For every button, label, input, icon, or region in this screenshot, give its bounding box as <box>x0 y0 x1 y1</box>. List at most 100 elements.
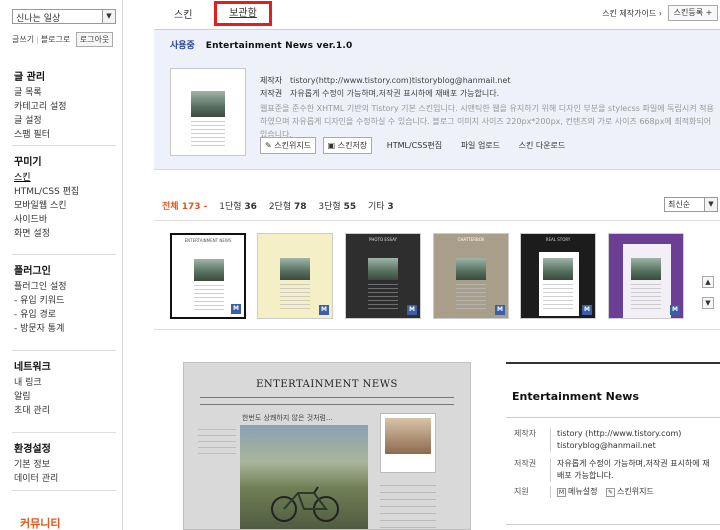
scroll-down-icon[interactable]: ▼ <box>702 297 714 309</box>
thumb-title: REAL STORY <box>545 237 571 242</box>
filter-1col[interactable]: 1단형 36 <box>219 202 257 212</box>
menu-item-data-manage[interactable]: 데이터 관리 <box>14 472 114 486</box>
maker-value: tistory(http://www.tistory.com)tistorybl… <box>290 76 511 85</box>
divider <box>12 145 116 146</box>
divider <box>12 254 116 255</box>
divider <box>506 524 720 525</box>
thumb-lines <box>368 284 398 310</box>
current-skin-thumbnail <box>170 68 246 156</box>
skin-widget-button[interactable]: ✎ 스킨위지드 <box>260 137 317 154</box>
menu-item-post-settings[interactable]: 글 설정 <box>14 114 114 128</box>
maker-label: 제작자 <box>260 76 283 85</box>
skin-widget-link[interactable]: 스킨위지드 <box>617 487 654 496</box>
thumb-photo <box>543 258 573 280</box>
menu-item-notifications[interactable]: 알림 <box>14 390 114 404</box>
tab-storage[interactable]: 보관함 <box>214 1 272 26</box>
thumb-photo <box>191 91 225 117</box>
skin-detail-panel: Entertainment News 제작자 tistory (http://ww… <box>506 362 720 530</box>
filter-label: 1단형 <box>219 202 242 212</box>
current-skin-header: 사용중 Entertainment News ver.1.0 <box>170 38 352 51</box>
menu-group-title: 환경설정 <box>14 444 51 455</box>
sidebar-top-links: 글쓰기 | 블로그로 로그아웃 <box>12 32 114 47</box>
menu-item-inflow-path[interactable]: - 유입 경로 <box>14 308 114 322</box>
filter-etc[interactable]: 기타 3 <box>368 202 394 212</box>
menu-item-post-list[interactable]: 글 목록 <box>14 86 114 100</box>
write-link[interactable]: 글쓰기 <box>12 35 34 44</box>
preview-profile-photo <box>385 418 431 454</box>
menu-settings-link[interactable]: 메뉴설정 <box>568 487 597 496</box>
skin-thumbnail[interactable]: ENTERTAINMENT NEWS M <box>170 233 246 319</box>
disk-icon: ▣ <box>327 141 336 150</box>
preview-photo <box>240 425 368 529</box>
detail-maker-label: 제작자 <box>514 429 537 438</box>
blog-link[interactable]: 블로그로 <box>41 35 70 44</box>
menu-group-title: 꾸미기 <box>14 157 42 168</box>
skin-guide-link[interactable]: 스킨 제작가이드 › <box>602 8 662 19</box>
filter-all[interactable]: 전체 173 - <box>162 202 207 212</box>
menu-item-sidebar[interactable]: 사이드바 <box>14 213 114 227</box>
skin-thumbnail[interactable]: CHATTERBOX M <box>433 233 509 319</box>
thumb-photo <box>456 258 486 280</box>
menu-item-category[interactable]: 카테고리 설정 <box>14 100 114 114</box>
detail-rights-row: 저작권 자유롭게 수정이 가능하며,저작권 표시하에 재배포 가능합니다. <box>514 458 716 482</box>
skin-thumbnail[interactable]: REAL STORY M <box>520 233 596 319</box>
menu-item-html-css[interactable]: HTML/CSS 편집 <box>14 185 114 199</box>
skin-detail-title: Entertainment News <box>512 390 639 403</box>
preview-sidebar-image <box>380 413 436 473</box>
chevron-down-icon: ▼ <box>704 198 717 211</box>
thumb-lines <box>631 284 661 310</box>
m-badge-icon: M <box>495 305 505 315</box>
bicycle-icon <box>271 486 339 522</box>
menu-item-plugin-settings[interactable]: 플러그인 설정 <box>14 280 114 294</box>
menu-item-spam-filter[interactable]: 스팸 필터 <box>14 128 114 142</box>
filter-2col[interactable]: 2단형 78 <box>269 202 307 212</box>
filter-3col[interactable]: 3단형 55 <box>318 202 356 212</box>
menu-group-design: 꾸미기 스킨 HTML/CSS 편집 모바일웹 스킨 사이드바 화면 설정 <box>12 145 116 241</box>
thumb-photo <box>631 258 661 280</box>
html-css-edit-link[interactable]: HTML/CSS편집 <box>387 140 442 151</box>
thumb-photo <box>194 259 224 281</box>
sidebar: 신나는 일상 ▼ 글쓰기 | 블로그로 로그아웃 글 관리 글 목록 카테고리 설정… <box>0 0 123 530</box>
skin-save-label: 스킨저장 <box>337 141 368 150</box>
current-skin-panel: 사용중 Entertainment News ver.1.0 제작자 tistor… <box>154 30 720 170</box>
skin-download-link[interactable]: 스킨 다운로드 <box>519 140 566 151</box>
sort-select[interactable]: 최신순 ▼ <box>664 197 718 212</box>
menu-group-plugins: 플러그인 플러그인 설정 - 유입 키워드 - 유입 경로 - 방문자 통계 <box>12 254 116 336</box>
divider <box>12 432 116 433</box>
skin-save-button[interactable]: ▣ 스킨저장 <box>322 137 373 154</box>
menu-item-visitor-stats[interactable]: - 방문자 통계 <box>14 322 114 336</box>
filter-label: 전체 <box>162 202 179 212</box>
menu-group-title: 글 관리 <box>14 72 46 83</box>
thumb-lines <box>280 284 310 310</box>
menu-item-skin[interactable]: 스킨 <box>14 171 114 185</box>
skin-thumbnail[interactable]: M <box>608 233 684 319</box>
thumb-title: CHATTERBOX <box>457 237 485 242</box>
blog-select[interactable]: 신나는 일상 ▼ <box>12 9 116 24</box>
detail-rights-label: 저작권 <box>514 459 537 468</box>
skin-thumbnail[interactable]: M <box>257 233 333 319</box>
m-badge-icon: M <box>582 305 592 315</box>
detail-rights-value: 자유롭게 수정이 가능하며,저작권 표시하에 재배포 가능합니다. <box>550 458 716 482</box>
logout-button[interactable]: 로그아웃 <box>75 32 114 47</box>
menu-item-invite[interactable]: 초대 관리 <box>14 404 114 418</box>
thumb-title: ENTERTAINMENT NEWS <box>184 238 232 243</box>
filter-count: 78 <box>294 202 307 212</box>
menu-item-screen-settings[interactable]: 화면 설정 <box>14 227 114 241</box>
filter-count: 36 <box>244 202 257 212</box>
menu-item-my-links[interactable]: 내 링크 <box>14 376 114 390</box>
menu-item-inflow-keyword[interactable]: - 유입 키워드 <box>14 294 114 308</box>
thumb-title: PHOTO ESSAY <box>369 237 397 242</box>
menu-item-mobile-skin[interactable]: 모바일웹 스킨 <box>14 199 114 213</box>
menu-item-basic-info[interactable]: 기본 정보 <box>14 458 114 472</box>
community-promo[interactable]: 커뮤니티 <box>20 515 60 530</box>
thumb-lines <box>194 285 224 311</box>
skin-thumbnail[interactable]: PHOTO ESSAY M <box>345 233 421 319</box>
tab-skin[interactable]: 스킨 <box>174 6 192 21</box>
skin-thumbnail-strip: ENTERTAINMENT NEWS M M PHOTO ESSAY M CHA… <box>154 220 720 330</box>
skin-register-button[interactable]: 스킨등록 + <box>668 5 718 21</box>
m-badge-icon: M <box>407 305 417 315</box>
blog-select-value: 신나는 일상 <box>16 14 61 24</box>
scroll-up-icon[interactable]: ▲ <box>702 276 714 288</box>
filter-count: 173 <box>181 202 201 212</box>
file-upload-link[interactable]: 파일 업로드 <box>461 140 500 151</box>
